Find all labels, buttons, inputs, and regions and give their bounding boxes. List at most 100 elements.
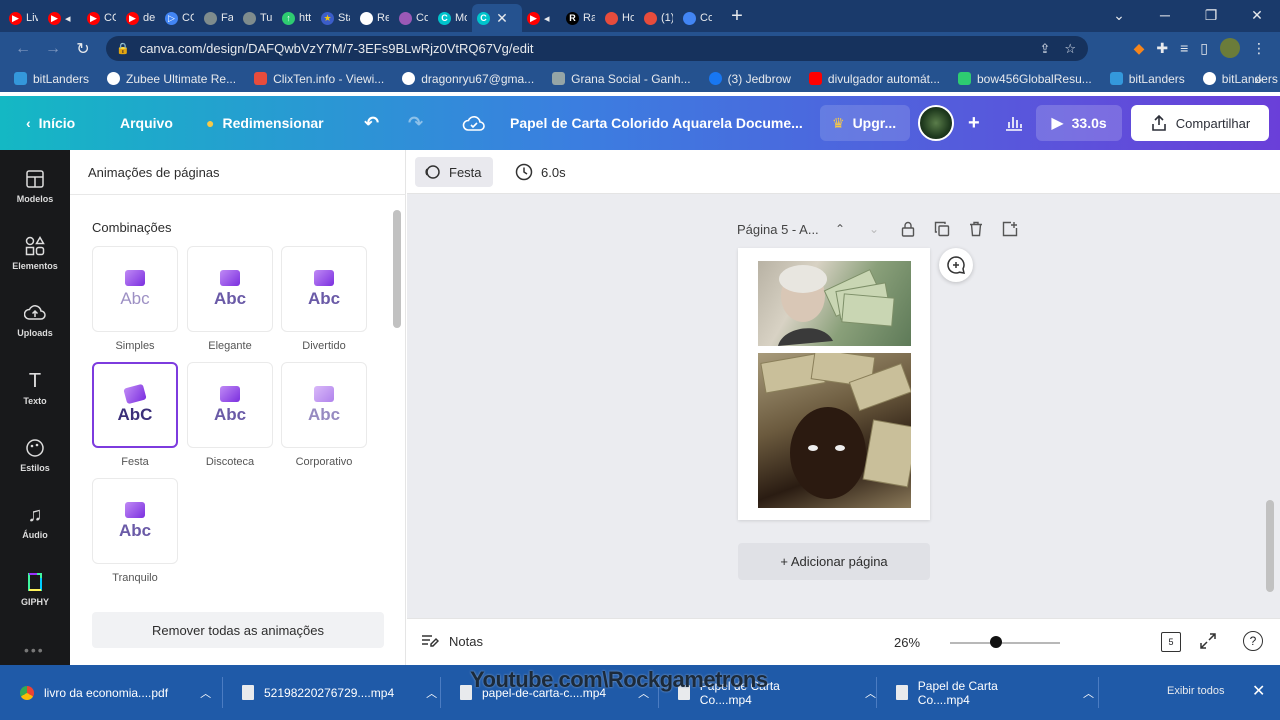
new-tab-button[interactable]: + [723, 5, 751, 28]
browser-tab[interactable]: ↑http [277, 4, 316, 32]
document-title[interactable]: Papel de Carta Colorido Aquarela Docume.… [510, 115, 803, 131]
close-downloads-icon[interactable]: ✕ [1252, 681, 1265, 701]
animation-option-corporativo[interactable]: Abc Corporativo [281, 362, 367, 468]
avatar[interactable] [918, 105, 954, 141]
chevron-up-icon[interactable]: ︿ [200, 685, 211, 701]
back-button[interactable]: ← [8, 40, 38, 58]
browser-tab[interactable]: ▷CO [160, 4, 199, 32]
add-page-icon[interactable] [1001, 220, 1019, 238]
browser-tab[interactable]: Fast [199, 4, 238, 32]
fullscreen-button[interactable] [1199, 632, 1217, 650]
bookmark-item[interactable]: Grana Social - Ganh... [552, 72, 691, 86]
more-bookmarks-icon[interactable]: » [1254, 71, 1262, 87]
browser-tab[interactable]: ▶Live [4, 4, 43, 32]
invite-button[interactable]: + [956, 105, 992, 141]
notes-button[interactable]: Notas [421, 633, 483, 649]
chevron-up-icon[interactable]: ⌃ [831, 220, 849, 238]
animation-option-discoteca[interactable]: Abc Discoteca [187, 362, 273, 468]
animation-option-tranquilo[interactable]: Abc Tranquilo [92, 478, 178, 584]
help-button[interactable]: ? [1243, 631, 1263, 651]
duration-button[interactable]: 6.0s [515, 157, 566, 187]
animation-option-simples[interactable]: Abc Simples [92, 246, 178, 352]
bookmark-item[interactable]: bitLanders [14, 72, 89, 86]
forward-button[interactable]: → [38, 40, 68, 58]
share-page-icon[interactable]: ⇪ [1039, 41, 1050, 57]
zoom-value[interactable]: 26% [894, 635, 920, 650]
page-title[interactable]: Página 5 - A... [737, 222, 819, 237]
bookmark-item[interactable]: dragonryu67@gma... [402, 72, 534, 86]
chevron-up-icon[interactable]: ︿ [865, 685, 876, 701]
browser-tab[interactable]: Cor [678, 4, 717, 32]
add-comment-button[interactable] [939, 248, 973, 282]
zoom-slider-handle[interactable] [990, 636, 1002, 648]
browser-tab[interactable]: ★Star [316, 4, 355, 32]
duplicate-page-icon[interactable] [933, 220, 951, 238]
upgrade-button[interactable]: ♛ Upgr... [820, 105, 910, 141]
photo-man-with-money-stacks[interactable] [758, 353, 911, 508]
close-tab-icon[interactable]: ✕ [494, 10, 510, 27]
animation-option-festa[interactable]: AbC Festa [92, 362, 178, 468]
url-field[interactable]: 🔒 canva.com/design/DAFQwbVzY7M/7-3EFs9BL… [106, 36, 1088, 61]
profile-avatar[interactable] [1220, 38, 1240, 58]
bookmark-item[interactable]: ClixTen.info - Viewi... [254, 72, 384, 86]
tab-search-icon[interactable]: ⌄ [1096, 7, 1142, 24]
media-control-icon[interactable]: ≡ [1180, 40, 1188, 56]
bookmark-item[interactable]: divulgador automát... [808, 72, 940, 86]
browser-tab[interactable]: (1) [639, 4, 678, 32]
chevron-up-icon[interactable]: ︿ [426, 685, 437, 701]
metamask-icon[interactable]: ◆ [1134, 40, 1145, 57]
bookmark-item[interactable]: Zubee Ultimate Re... [107, 72, 236, 86]
present-play-button[interactable]: ▶ 33.0s [1036, 105, 1122, 141]
browser-tab[interactable]: Turi [238, 4, 277, 32]
extensions-puzzle-icon[interactable]: ✚ [1156, 40, 1168, 57]
bookmark-star-icon[interactable]: ☆ [1064, 41, 1076, 57]
rail-item-giphy[interactable]: GIPHY [0, 571, 70, 607]
browser-tab-active[interactable]: C ✕ [472, 4, 522, 32]
browser-tab[interactable]: ▶CO [82, 4, 121, 32]
browser-tab[interactable]: RRap [561, 4, 600, 32]
side-panel-icon[interactable]: ▯ [1200, 40, 1208, 57]
show-all-downloads-button[interactable]: Exibir todos [1167, 685, 1224, 697]
bookmark-item[interactable]: bitLanders [1202, 72, 1278, 86]
lock-icon[interactable] [899, 220, 917, 238]
animation-option-elegante[interactable]: Abc Elegante [187, 246, 273, 352]
animation-option-divertido[interactable]: Abc Divertido [281, 246, 367, 352]
browser-tab[interactable]: CMo [433, 4, 472, 32]
design-page[interactable] [738, 248, 930, 520]
more-apps-icon[interactable]: ••• [24, 642, 45, 658]
minimize-button[interactable]: ─ [1142, 7, 1188, 23]
rail-item-elementos[interactable]: Elementos [0, 235, 70, 271]
bookmark-item[interactable]: bitLanders [1109, 72, 1185, 86]
canvas-scrollbar[interactable] [1266, 500, 1274, 592]
rail-item-uploads[interactable]: Uploads [0, 302, 70, 338]
reload-button[interactable]: ↻ [68, 39, 98, 59]
chevron-down-icon[interactable]: ⌄ [865, 220, 883, 238]
browser-tab[interactable]: ▶ ◂ [43, 4, 82, 32]
zoom-slider-track[interactable] [950, 642, 1060, 644]
close-window-button[interactable]: ✕ [1234, 7, 1280, 24]
bookmark-item[interactable]: bow456GlobalResu... [958, 72, 1092, 86]
add-page-button[interactable]: + Adicionar página [738, 543, 930, 580]
chrome-menu-icon[interactable]: ⋮ [1252, 40, 1266, 57]
download-item[interactable]: 52198220276729....mp4 ︿ [222, 665, 440, 720]
share-button[interactable]: Compartilhar [1131, 105, 1269, 141]
rail-item-texto[interactable]: T Texto [0, 370, 70, 407]
rail-item-estilos[interactable]: Estilos [0, 437, 70, 473]
browser-tab[interactable]: Refi [355, 4, 394, 32]
remove-all-animations-button[interactable]: Remover todas as animações [92, 612, 384, 648]
download-item[interactable]: Papel de Carta Co....mp4 ︿ [876, 665, 1094, 720]
insights-button[interactable] [992, 105, 1036, 141]
browser-tab[interactable]: ▶ ◂ [522, 4, 561, 32]
resize-button[interactable]: ● Redimensionar [194, 105, 336, 141]
photo-woman-counting-money[interactable] [758, 261, 911, 346]
bookmark-item[interactable]: (3) Jedbrow [708, 72, 791, 86]
undo-button[interactable]: ↶ [352, 105, 391, 141]
panel-scrollbar[interactable] [393, 210, 401, 328]
rail-item-modelos[interactable]: Modelos [0, 168, 70, 204]
trash-icon[interactable] [967, 220, 985, 238]
restore-button[interactable]: ❐ [1188, 7, 1234, 24]
animation-button[interactable]: Festa [415, 157, 493, 187]
browser-tab[interactable]: Hot [600, 4, 639, 32]
browser-tab[interactable]: ▶des [121, 4, 160, 32]
redo-button[interactable]: ↷ [396, 105, 435, 141]
